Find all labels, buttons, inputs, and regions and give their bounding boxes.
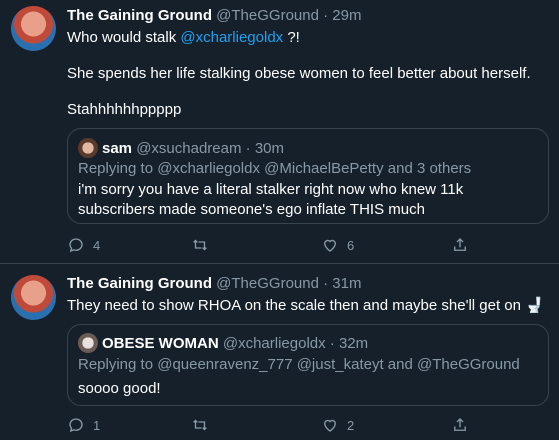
tweet-actions: 4 6 [67,236,547,256]
author-name[interactable]: The Gaining Ground [67,275,212,292]
author-name[interactable]: The Gaining Ground [67,7,212,24]
tweet-1[interactable]: The Gaining Ground @TheGGround · 29m Who… [0,0,559,262]
retweet-icon [193,239,207,251]
like-button[interactable]: 6 [321,236,354,254]
like-button[interactable]: 2 [321,416,354,434]
author-handle[interactable]: @TheGGround [216,7,319,24]
tweet-2[interactable]: The Gaining Ground @TheGGround · 31m The… [0,264,559,440]
quoted-author-name: sam [102,140,133,157]
retweet-button[interactable] [191,236,217,254]
quoted-header: OBESE WOMAN @xcharliegoldx · 32m [78,333,368,353]
retweet-icon [193,419,207,431]
reply-icon [69,418,83,433]
timestamp[interactable]: 31m [332,275,361,292]
share-button[interactable] [451,416,469,434]
reply-count: 4 [93,237,101,253]
replying-to: Replying to @xcharliegoldx @MichaelBePet… [78,160,472,177]
quoted-text: soooo good! [78,380,161,397]
heart-icon [324,419,336,432]
tweet-header: The Gaining Ground @TheGGround · 31m [67,275,361,292]
quoted-text: i'm sorry you have a literal stalker rig… [78,181,464,218]
quoted-timestamp: 30m [254,140,285,157]
tweet-header: The Gaining Ground @TheGGround · 29m [67,7,361,24]
tweet-paragraph: She spends her life stalking obese women… [67,65,531,82]
retweet-button[interactable] [191,416,217,434]
text-fragment: ?! [283,29,300,46]
share-icon [454,418,466,431]
separator: · [329,335,335,352]
separator: · [323,7,329,24]
quoted-author-name: OBESE WOMAN [102,335,219,352]
quoted-author-handle: @xcharliegoldx [222,335,326,352]
text-fragment: Who would stalk [67,29,181,46]
quoted-tweet[interactable]: sam @xsuchadream · 30m Replying to @xcha… [67,128,549,224]
mention-link[interactable]: @xcharliegoldx [180,29,283,46]
tweet-paragraph: Stahhhhhhppppp [67,101,182,118]
share-icon [454,238,466,251]
reply-count: 1 [93,417,101,433]
separator: · [323,275,329,292]
quoted-tweet[interactable]: OBESE WOMAN @xcharliegoldx · 32m Replyin… [67,324,549,406]
avatar [78,138,98,158]
quoted-header: sam @xsuchadream · 30m [78,138,284,158]
author-handle[interactable]: @TheGGround [216,275,319,292]
reply-button[interactable]: 4 [67,236,100,254]
like-count: 2 [347,417,355,433]
tweet-text: They need to show RHOA on the scale then… [67,296,547,316]
tweet-actions: 1 2 [67,416,547,436]
replying-to: Replying to @queenravenz_777 @just_katey… [78,356,520,373]
avatar[interactable] [11,6,56,51]
avatar [78,333,98,353]
separator: · [245,140,251,157]
quoted-timestamp: 32m [338,335,369,352]
like-count: 6 [347,237,355,253]
reply-icon [69,238,83,253]
reply-button[interactable]: 1 [67,416,100,434]
toilet-emoji: 🚽 [525,297,544,314]
avatar[interactable] [11,275,56,320]
heart-icon [324,239,336,252]
timestamp[interactable]: 29m [332,7,361,24]
share-button[interactable] [451,236,469,254]
quoted-author-handle: @xsuchadream [136,140,242,157]
tweet-text: Who would stalk @xcharliegoldx ?! [67,28,547,48]
text-fragment: They need to show RHOA on the scale then… [67,297,521,314]
